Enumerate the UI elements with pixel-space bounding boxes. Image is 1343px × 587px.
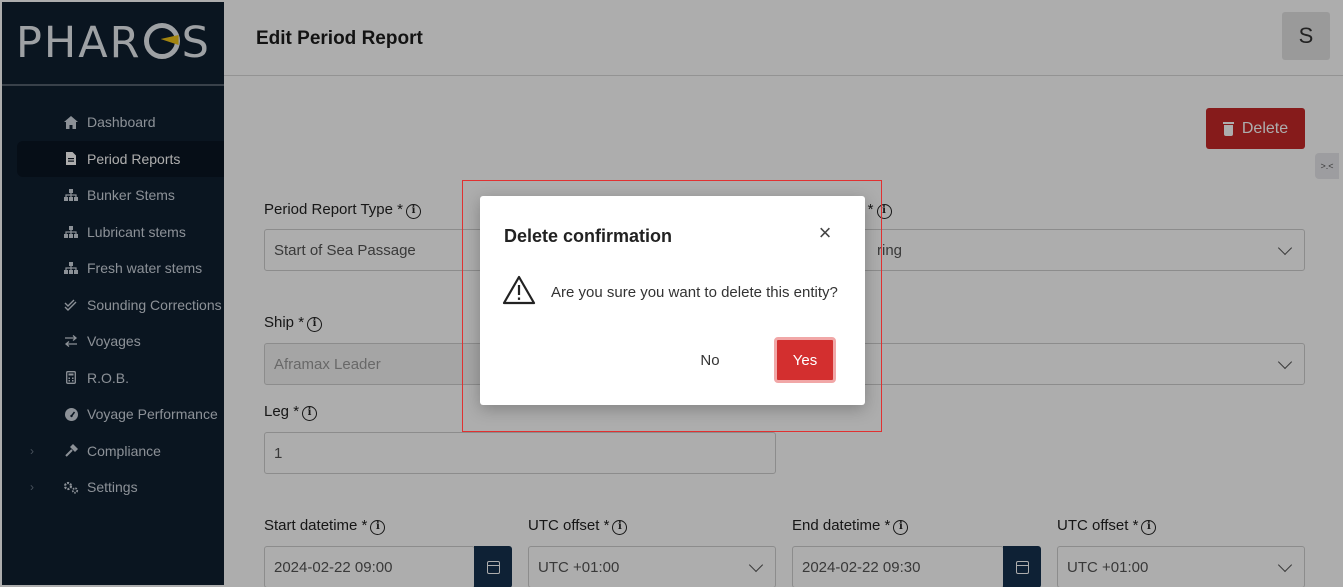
warning-icon <box>502 275 536 305</box>
delete-confirmation-dialog: Delete confirmation × Are you sure you w… <box>480 196 865 405</box>
dialog-title: Delete confirmation <box>504 226 673 246</box>
no-button[interactable]: No <box>688 342 732 378</box>
close-icon[interactable]: × <box>816 222 834 244</box>
yes-button[interactable]: Yes <box>774 337 836 383</box>
dialog-message: Are you sure you want to delete this ent… <box>551 284 838 301</box>
